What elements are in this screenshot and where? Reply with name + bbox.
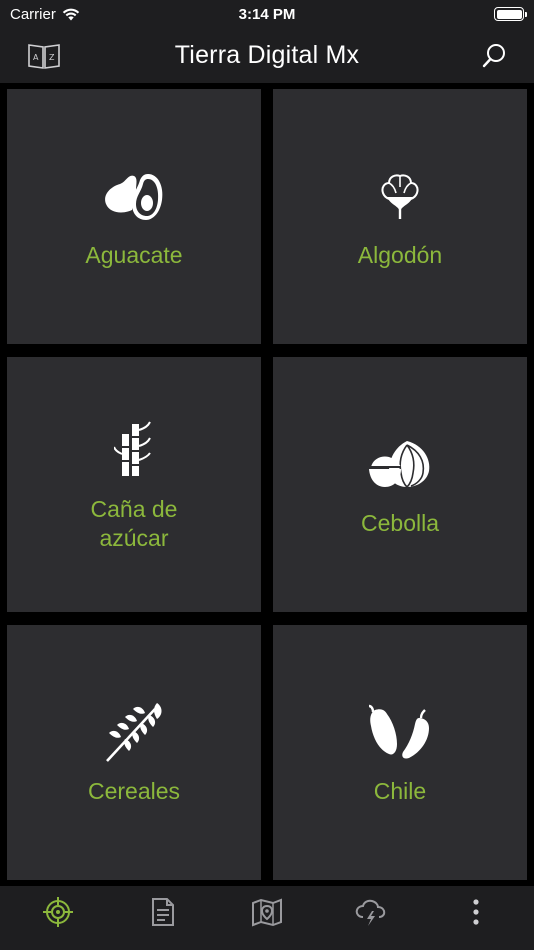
more-icon [473,899,479,925]
target-icon [43,897,74,927]
onion-icon [367,431,433,497]
tab-target[interactable] [28,890,88,934]
avocado-icon [101,163,167,229]
crop-label: Aguacate [85,242,183,268]
crop-label: Cebolla [361,510,439,536]
document-icon [151,898,174,926]
page-title: Tierra Digital Mx [174,41,360,69]
wheat-icon [101,699,167,765]
crop-tile-aguacate[interactable]: Aguacate [7,89,261,344]
wifi-icon [62,8,80,20]
carrier-label: Carrier [10,5,56,23]
crop-grid: Aguacate Algodón Caña de azúcar Cebolla … [7,89,527,880]
battery-icon [494,7,527,21]
crop-label: Caña de azúcar [90,495,178,551]
tab-more[interactable] [446,890,506,934]
chili-icon [367,699,433,765]
tab-weather[interactable] [341,890,401,934]
crop-tile-algodon[interactable]: Algodón [273,89,527,344]
map-icon [251,898,282,927]
dictionary-button[interactable]: A Z [26,38,62,74]
storm-cloud-icon [356,899,386,926]
tab-map[interactable] [237,890,297,934]
search-button[interactable] [476,38,512,74]
status-time: 3:14 PM [238,5,296,23]
crop-label: Chile [373,778,427,804]
cotton-icon [367,163,433,229]
svg-text:Z: Z [49,53,55,62]
battery-fill [496,9,522,19]
search-icon [482,44,505,68]
crop-tile-cana-de-azucar[interactable]: Caña de azúcar [7,357,261,612]
status-left: Carrier [10,6,80,23]
crop-tile-cebolla[interactable]: Cebolla [273,357,527,612]
tab-bar [0,886,534,950]
az-book-icon: A Z [28,44,60,69]
nav-bar: A Z Tierra Digital Mx [0,28,534,83]
tab-documents[interactable] [133,890,193,934]
status-bar: Carrier 3:14 PM [0,0,534,28]
crop-label: Algodón [357,242,443,268]
crop-tile-cereales[interactable]: Cereales [7,625,261,880]
svg-text:A: A [33,53,39,62]
crop-tile-chile[interactable]: Chile [273,625,527,880]
sugarcane-icon [101,417,167,483]
crop-label: Cereales [87,778,181,804]
